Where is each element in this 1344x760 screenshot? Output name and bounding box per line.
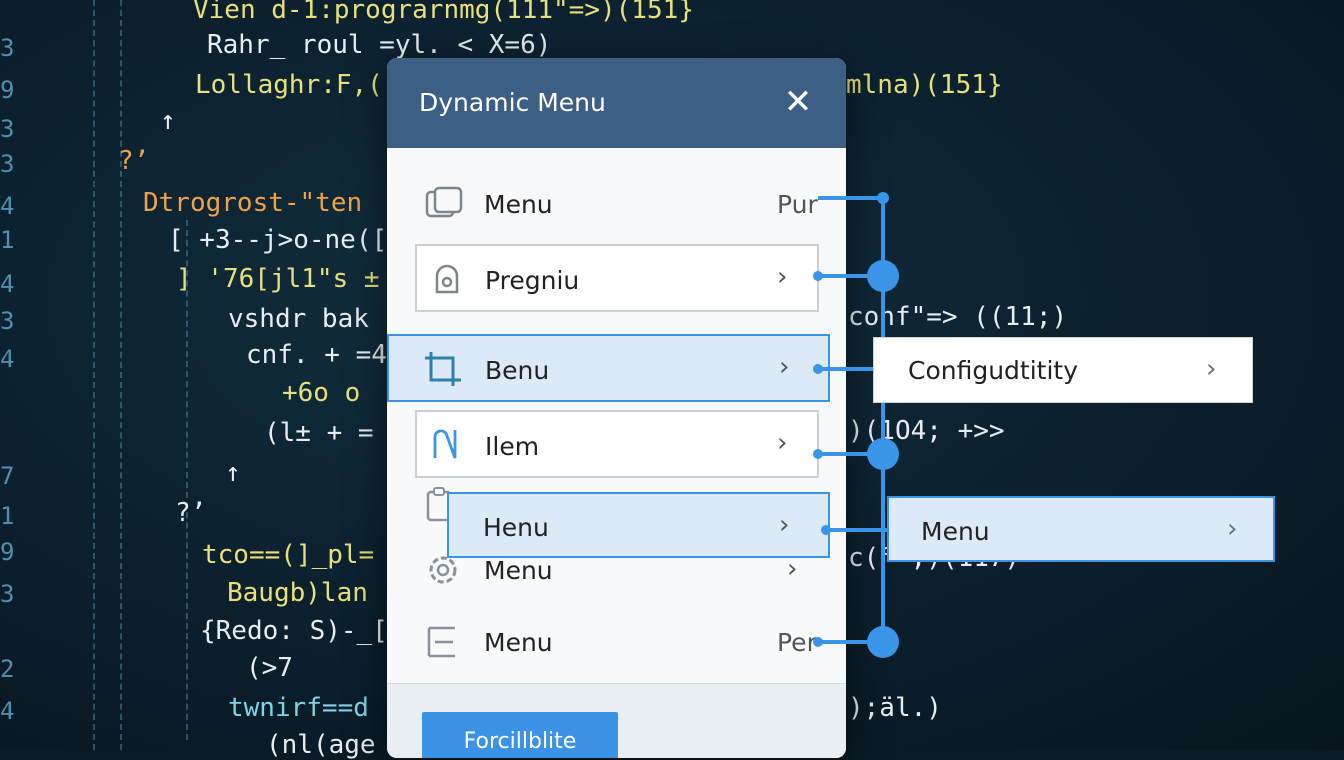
connector-node [813, 449, 823, 459]
submenu-configuration[interactable]: Configudtitity › [873, 337, 1253, 403]
submenu-label: Menu [921, 517, 990, 546]
connector-node [867, 438, 899, 470]
connector-node [867, 626, 899, 658]
chevron-right-icon: › [1206, 354, 1217, 384]
submenu-label: Configudtitity [908, 356, 1079, 385]
submenu-menu[interactable]: Menu › [887, 496, 1275, 562]
connector-node [813, 271, 823, 281]
connector-node [867, 260, 899, 292]
connector-node [821, 525, 831, 535]
connector-node [813, 364, 823, 374]
connector-node [813, 637, 823, 647]
chevron-right-icon: › [1227, 514, 1238, 544]
connector-node [877, 192, 889, 204]
